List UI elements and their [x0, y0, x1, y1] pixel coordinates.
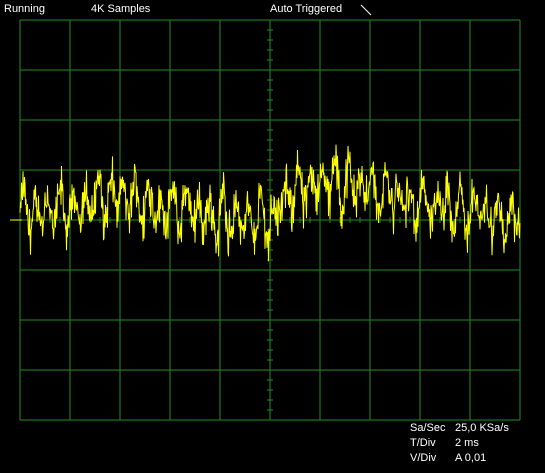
trigger-mode-label: Auto Triggered: [270, 3, 343, 15]
waveform-display: [10, 19, 521, 421]
sample-rate-readout: Sa/Sec 25,0 KSa/s: [410, 421, 509, 435]
time-div-label: T/Div: [410, 437, 436, 449]
channel-a-trace: [10, 144, 521, 262]
volt-div-value: A 0,01: [455, 452, 487, 464]
falling-slope-icon: [360, 4, 372, 16]
time-div-value: 2 ms: [455, 437, 479, 449]
oscilloscope-screen: Running 4K Samples Auto Triggered Sa/Sec…: [0, 0, 545, 473]
sample-rate-value: 25,0 KSa/s: [455, 422, 509, 434]
sample-depth-label: 4K Samples: [91, 3, 151, 15]
time-div-readout: T/Div 2 ms: [410, 436, 479, 450]
run-state-label: Running: [4, 3, 45, 15]
volt-div-readout: V/Div A 0,01: [410, 451, 486, 465]
volt-div-label: V/Div: [410, 452, 437, 464]
sample-rate-label: Sa/Sec: [410, 422, 446, 434]
